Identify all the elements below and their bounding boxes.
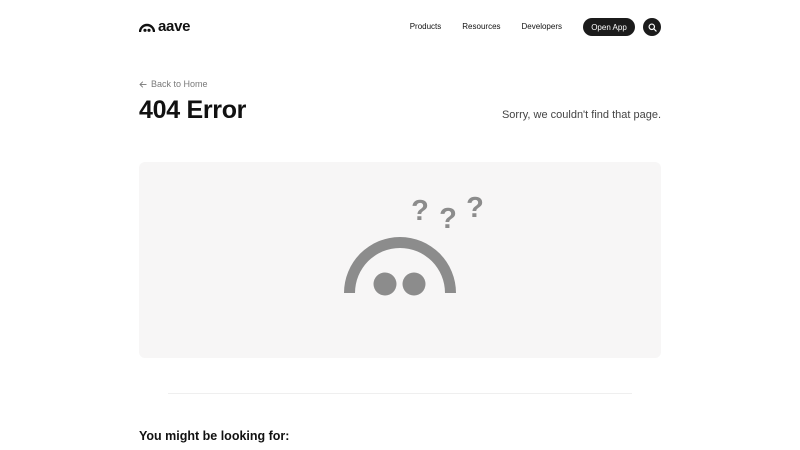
ghost-eye-left	[373, 272, 397, 296]
page-subtitle: Sorry, we couldn't find that page.	[501, 109, 661, 121]
logo-text: aave	[158, 18, 191, 35]
arrow-left-icon	[139, 80, 147, 88]
question-mark-2: ?	[439, 203, 457, 235]
search-button[interactable]	[643, 18, 661, 36]
open-app-button[interactable]: Open App	[583, 18, 635, 36]
nav-products[interactable]: Products	[410, 18, 442, 36]
search-icon	[647, 22, 657, 32]
suggestions-heading: You might be looking for:	[139, 429, 290, 443]
question-mark-1: ?	[411, 195, 429, 227]
ghost-arc	[344, 237, 456, 293]
page-title: 404 Error	[139, 96, 247, 124]
question-mark-3: ?	[466, 192, 484, 224]
ghost-eye-right	[402, 272, 426, 296]
aave-logo-icon	[139, 23, 155, 32]
aave-logo[interactable]: aave	[139, 18, 191, 35]
confused-ghost-illustration: ? ? ?	[344, 192, 484, 296]
section-divider	[168, 393, 632, 394]
nav-resources[interactable]: Resources	[462, 18, 500, 36]
back-to-home-link[interactable]: Back to Home	[139, 79, 208, 89]
nav-developers[interactable]: Developers	[522, 18, 562, 36]
site-header: aave Products Resources Developers Open …	[0, 0, 800, 56]
illustration-card: ? ? ?	[139, 162, 661, 358]
main-nav: Products Resources Developers Open App	[410, 18, 661, 36]
back-to-home-label: Back to Home	[151, 79, 208, 89]
